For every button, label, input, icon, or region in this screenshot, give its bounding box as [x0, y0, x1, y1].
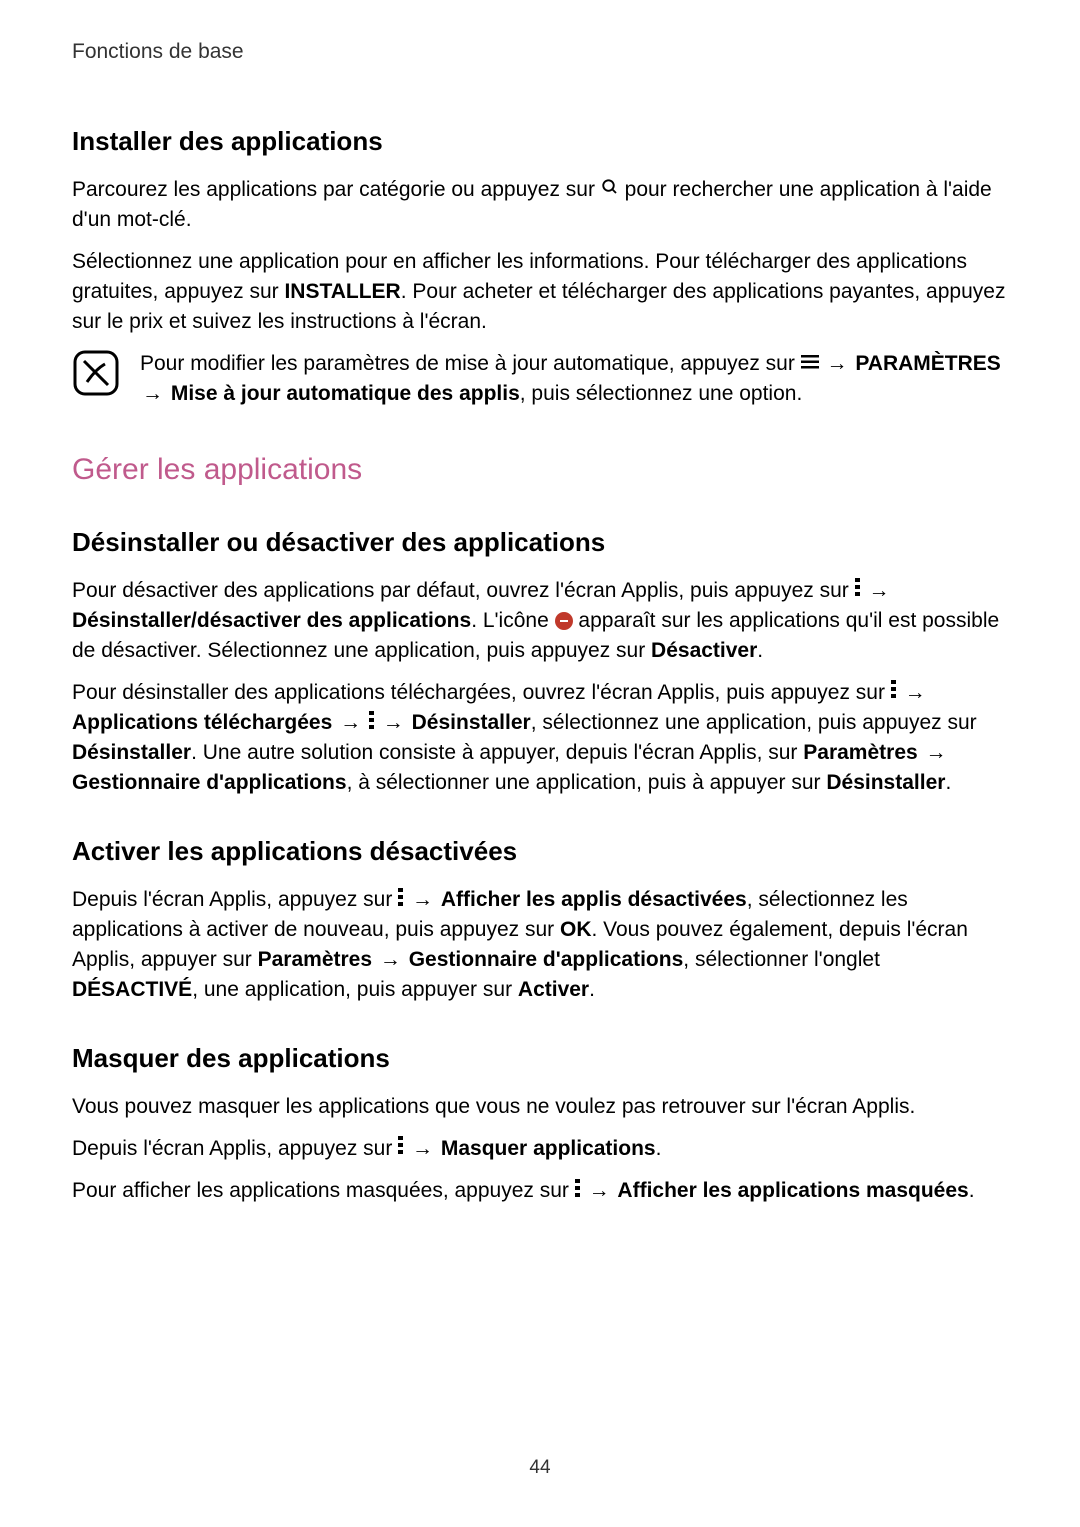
search-icon — [601, 175, 619, 205]
paragraph-hide-3: Pour afficher les applications masquées,… — [72, 1176, 1008, 1206]
paragraph-install-2: Sélectionnez une application pour en aff… — [72, 247, 1008, 336]
paragraph-uninstall-1: Pour désactiver des applications par déf… — [72, 576, 1008, 666]
paragraph-hide-1: Vous pouvez masquer les applications que… — [72, 1092, 1008, 1122]
page-number: 44 — [0, 1457, 1080, 1479]
kebab-menu-icon — [575, 1176, 581, 1206]
paragraph-hide-2: Depuis l'écran Applis, appuyez sur → Mas… — [72, 1134, 1008, 1164]
note-autoupdate: Pour modifier les paramètres de mise à j… — [72, 349, 1008, 409]
section-uninstall-deactivate: Désinstaller ou désactiver des applicati… — [72, 527, 1008, 798]
heading-install: Installer des applications — [72, 126, 1008, 157]
hamburger-menu-icon — [801, 348, 819, 378]
heading-activate: Activer les applications désactivées — [72, 836, 1008, 867]
kebab-menu-icon — [369, 708, 375, 738]
paragraph-uninstall-2: Pour désinstaller des applications téléc… — [72, 678, 1008, 798]
section-install-apps: Installer des applications Parcourez les… — [72, 126, 1008, 409]
heading-manage-apps: Gérer les applications — [72, 453, 1008, 487]
kebab-menu-icon — [855, 575, 861, 605]
kebab-menu-icon — [891, 677, 897, 707]
paragraph-install-1: Parcourez les applications par catégorie… — [72, 175, 1008, 235]
heading-uninstall: Désinstaller ou désactiver des applicati… — [72, 527, 1008, 558]
kebab-menu-icon — [398, 885, 404, 915]
section-hide: Masquer des applications Vous pouvez mas… — [72, 1043, 1008, 1207]
minus-circle-icon — [555, 612, 573, 630]
note-icon — [72, 349, 120, 397]
note-text: Pour modifier les paramètres de mise à j… — [140, 349, 1008, 409]
paragraph-activate-1: Depuis l'écran Applis, appuyez sur → Aff… — [72, 885, 1008, 1005]
section-activate: Activer les applications désactivées Dep… — [72, 836, 1008, 1005]
heading-hide: Masquer des applications — [72, 1043, 1008, 1074]
kebab-menu-icon — [398, 1133, 404, 1163]
page-header-breadcrumb: Fonctions de base — [72, 40, 1008, 64]
